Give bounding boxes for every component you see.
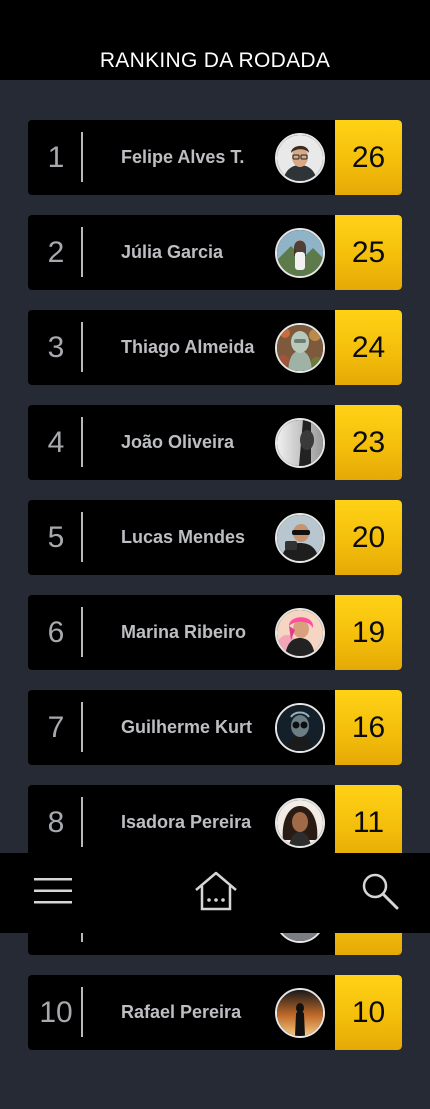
player-name: Guilherme Kurt: [121, 717, 253, 737]
ranking-row[interactable]: 1 Felipe Alves T. 26: [28, 120, 402, 195]
player-name: Rafael Pereira: [121, 1002, 242, 1022]
player-name: João Oliveira: [121, 432, 235, 452]
score-badge: 20: [335, 500, 402, 575]
bottom-navigation: [0, 853, 430, 933]
rank-number: 6: [47, 616, 65, 649]
ranking-row[interactable]: 3 Thiago Almeida 24: [28, 310, 402, 385]
avatar: [275, 228, 325, 278]
home-icon: [192, 870, 240, 917]
score-badge: 24: [335, 310, 402, 385]
rank-number: 7: [47, 711, 65, 744]
divider: [81, 322, 83, 372]
avatar: [275, 133, 325, 183]
score-badge: 25: [335, 215, 402, 290]
avatar: [275, 703, 325, 753]
search-icon: [359, 870, 401, 917]
avatar: [275, 418, 325, 468]
home-button[interactable]: [188, 853, 244, 933]
player-name: Júlia Garcia: [121, 242, 224, 262]
rank-number: 8: [47, 806, 65, 839]
menu-button[interactable]: [28, 853, 78, 933]
avatar: [275, 513, 325, 563]
divider: [81, 512, 83, 562]
player-name: Thiago Almeida: [121, 337, 255, 357]
player-name: Marina Ribeiro: [121, 622, 247, 642]
divider: [81, 987, 83, 1037]
menu-icon: [33, 876, 73, 911]
divider: [81, 797, 83, 847]
avatar: [275, 988, 325, 1038]
score-badge: 19: [335, 595, 402, 670]
rank-number: 5: [47, 521, 65, 554]
ranking-row[interactable]: 4 João Oliveira 23: [28, 405, 402, 480]
ranking-row[interactable]: 10 Rafael Pereira 10: [28, 975, 402, 1050]
score-badge: 10: [335, 975, 402, 1050]
divider: [81, 227, 83, 277]
score-badge: 16: [335, 690, 402, 765]
avatar: [275, 608, 325, 658]
search-button[interactable]: [355, 853, 405, 933]
rank-number: 3: [47, 331, 65, 364]
score-badge: 11: [335, 785, 402, 860]
divider: [81, 132, 83, 182]
avatar: [275, 798, 325, 848]
divider: [81, 702, 83, 752]
ranking-row[interactable]: 2 Júlia Garcia 25: [28, 215, 402, 290]
ranking-row[interactable]: 8 Isadora Pereira 11: [28, 785, 402, 860]
ranking-row[interactable]: 6 Marina Ribeiro 19: [28, 595, 402, 670]
rank-number: 10: [39, 996, 73, 1029]
score-badge: 26: [335, 120, 402, 195]
ranking-row[interactable]: 7 Guilherme Kurt 16: [28, 690, 402, 765]
rank-number: 1: [47, 141, 65, 174]
player-name: Lucas Mendes: [121, 527, 246, 547]
player-name: Felipe Alves T.: [121, 147, 245, 167]
divider: [81, 417, 83, 467]
rank-number: 4: [47, 426, 65, 459]
ranking-list: 1 Felipe Alves T. 26 2 Júlia Garcia 25 3…: [0, 0, 430, 1109]
ranking-row[interactable]: 5 Lucas Mendes 20: [28, 500, 402, 575]
avatar: [275, 323, 325, 373]
rank-number: 2: [47, 236, 65, 269]
divider: [81, 607, 83, 657]
player-name: Isadora Pereira: [121, 812, 252, 832]
score-badge: 23: [335, 405, 402, 480]
